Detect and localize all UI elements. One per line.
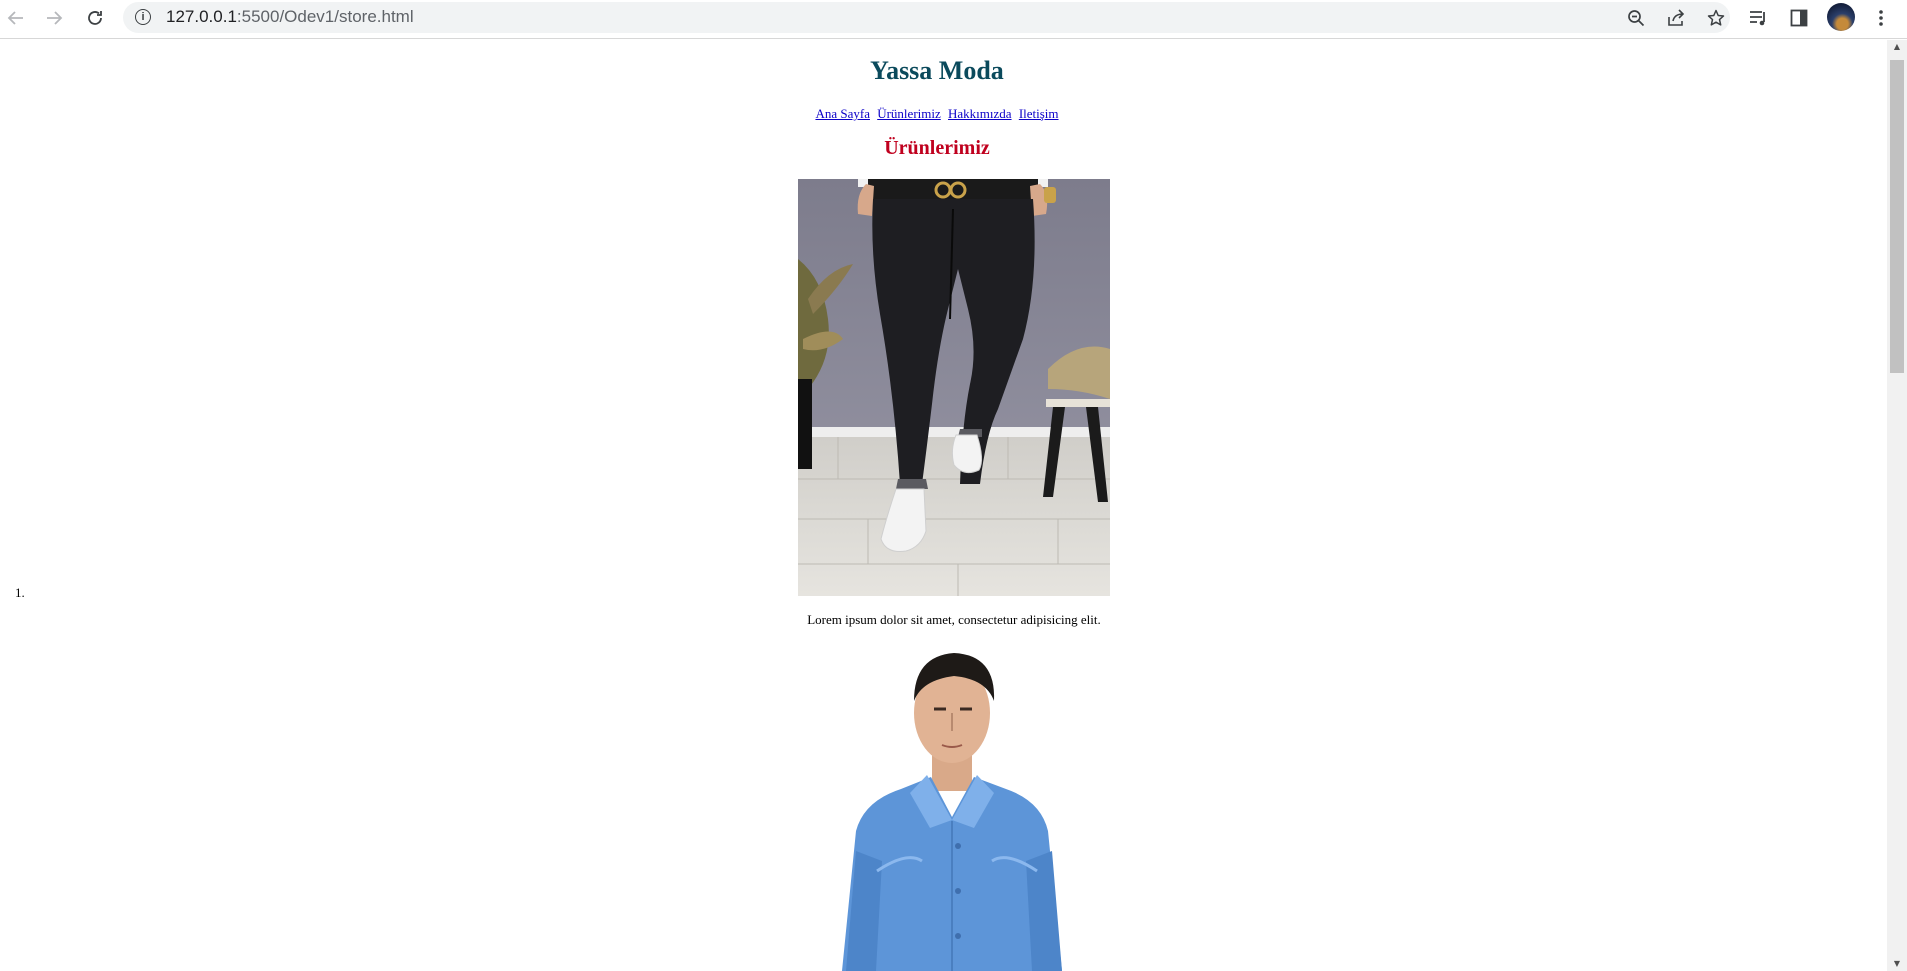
kebab-menu-icon[interactable] bbox=[1866, 3, 1896, 33]
address-bar[interactable]: i 127.0.0.1:5500/Odev1/store.html bbox=[123, 2, 1730, 33]
scroll-down-icon[interactable]: ▼ bbox=[1887, 957, 1907, 971]
star-icon[interactable] bbox=[1703, 5, 1729, 31]
page-scrollbar[interactable]: ▲ ▼ bbox=[1887, 40, 1907, 971]
side-panel-icon[interactable] bbox=[1784, 3, 1814, 33]
page-viewport: Yassa Moda Ana Sayfa Ürünlerimiz Hakkımı… bbox=[0, 40, 1887, 971]
arrow-left-icon[interactable] bbox=[1, 3, 31, 33]
zoom-out-icon[interactable] bbox=[1623, 5, 1649, 31]
site-nav: Ana Sayfa Ürünlerimiz Hakkımızda Iletişi… bbox=[0, 106, 1874, 122]
nav-link-home[interactable]: Ana Sayfa bbox=[815, 106, 870, 121]
arrow-right-icon[interactable] bbox=[39, 3, 69, 33]
product-description: Lorem ipsum dolor sit amet, consectetur … bbox=[807, 612, 1101, 627]
nav-link-contact[interactable]: Iletişim bbox=[1019, 106, 1059, 121]
url-text[interactable]: 127.0.0.1:5500/Odev1/store.html bbox=[166, 7, 414, 27]
profile-avatar[interactable] bbox=[1827, 3, 1855, 31]
product-image-trousers bbox=[798, 179, 1110, 596]
share-icon[interactable] bbox=[1663, 5, 1689, 31]
scrollbar-thumb[interactable] bbox=[1890, 60, 1904, 373]
browser-toolbar: i 127.0.0.1:5500/Odev1/store.html bbox=[0, 0, 1907, 39]
scroll-up-icon[interactable]: ▲ bbox=[1887, 40, 1907, 54]
reload-icon[interactable] bbox=[80, 3, 110, 33]
list-marker: 1. bbox=[15, 585, 25, 600]
nav-link-products[interactable]: Ürünlerimiz bbox=[877, 106, 941, 121]
site-title: Yassa Moda bbox=[870, 56, 1004, 85]
info-icon[interactable]: i bbox=[135, 9, 151, 25]
section-title: Ürünlerimiz bbox=[884, 137, 990, 159]
nav-link-about[interactable]: Hakkımızda bbox=[948, 106, 1012, 121]
reading-list-icon[interactable] bbox=[1744, 3, 1774, 33]
product-image-shirt bbox=[802, 651, 1114, 971]
